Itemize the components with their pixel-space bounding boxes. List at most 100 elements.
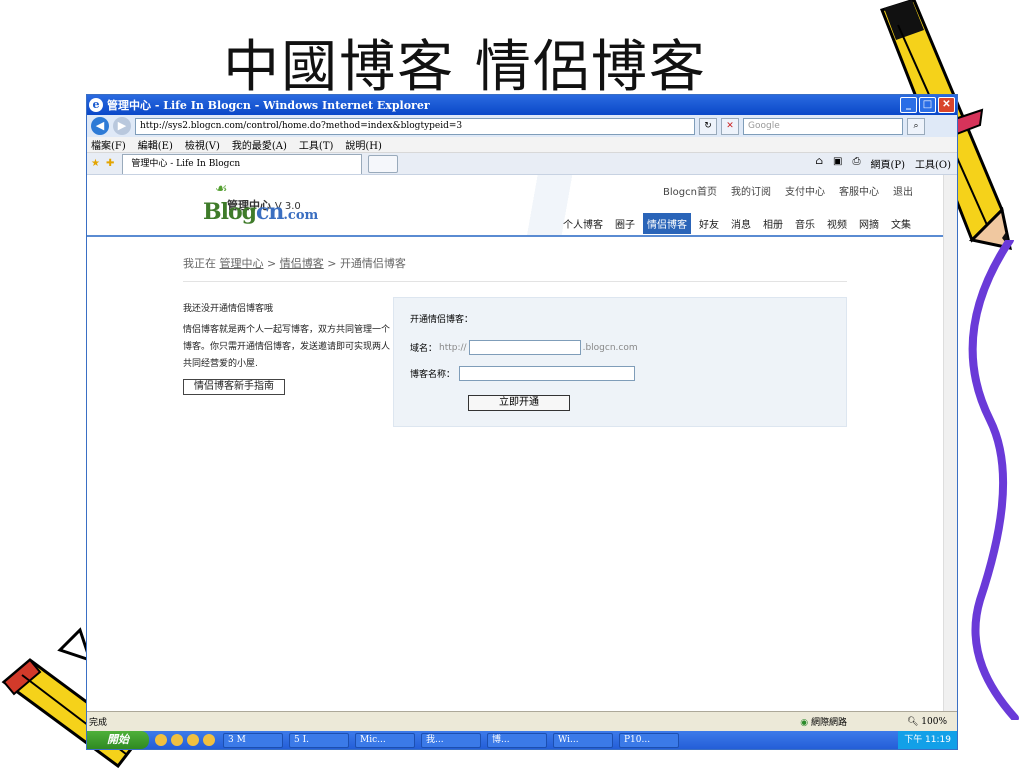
- tools-menu[interactable]: 工具(O): [915, 156, 951, 171]
- domain-prefix: http://: [439, 342, 467, 353]
- internet-zone: ◉ 網際網路: [800, 718, 847, 728]
- form-heading: 开通情侣博客：: [410, 315, 474, 325]
- swoosh-decoration: [968, 240, 1019, 720]
- ie-icon: e: [89, 98, 103, 112]
- domain-label: 域名：: [410, 344, 438, 354]
- intro-panel: 我还没开通情侣博客哦 情侣博客就是两个人一起写博客，双方共同管理一个博客。你只需…: [183, 301, 393, 396]
- intro-line: 我还没开通情侣博客哦: [183, 304, 274, 314]
- favorites-star-icon[interactable]: ★: [91, 158, 100, 169]
- menu-edit[interactable]: 編輯(E): [138, 137, 173, 152]
- nav-couple-blog[interactable]: 情侣博客: [643, 213, 691, 234]
- menu-tools[interactable]: 工具(T): [299, 137, 333, 152]
- blog-name-row: 博客名称：: [410, 366, 636, 381]
- globe-icon: ◉: [800, 718, 809, 728]
- breadcrumb: 我正在 管理中心 > 情侣博客 > 开通情侣博客: [183, 257, 406, 270]
- slide-title: 中國博客 情侶博客: [223, 35, 707, 100]
- menu-help[interactable]: 說明(H): [345, 137, 382, 152]
- print-icon[interactable]: ⎙: [852, 156, 860, 171]
- zoom-level[interactable]: 🔍︎ 100%: [907, 717, 947, 727]
- clock[interactable]: 下午 11:19: [898, 731, 957, 749]
- refresh-button[interactable]: ↻: [699, 117, 717, 135]
- address-bar: ◀ ▶ http://sys2.blogcn.com/control/home.…: [87, 115, 957, 137]
- forward-button[interactable]: ▶: [113, 117, 131, 135]
- status-text: 完成: [89, 718, 108, 728]
- site-header: ☙ 管理中心 V 3.0 Blogcn.com Blogcn首页 我的订阅 支付…: [87, 175, 943, 237]
- home-icon[interactable]: ⌂: [815, 156, 823, 171]
- maximize-button[interactable]: □: [919, 97, 936, 113]
- breadcrumb-current: 开通情侣博客: [339, 257, 406, 270]
- quick-launch-icon[interactable]: [155, 734, 167, 746]
- blog-name-label: 博客名称：: [410, 370, 456, 380]
- taskbar-item[interactable]: Mic...: [355, 732, 415, 748]
- taskbar-item[interactable]: 5 I.: [289, 732, 349, 748]
- intro-paragraph: 情侣博客就是两个人一起写博客，双方共同管理一个博客。你只需开通情侣博客，发送邀请…: [183, 325, 391, 369]
- back-button[interactable]: ◀: [91, 117, 109, 135]
- divider: [183, 281, 847, 282]
- link-my-subscriptions[interactable]: 我的订阅: [731, 183, 771, 198]
- top-links: Blogcn首页 我的订阅 支付中心 客服中心 退出: [663, 183, 913, 198]
- domain-input[interactable]: [468, 340, 581, 355]
- web-page: ☙ 管理中心 V 3.0 Blogcn.com Blogcn首页 我的订阅 支付…: [87, 175, 943, 711]
- open-now-button[interactable]: 立即开通: [468, 395, 570, 411]
- domain-row: 域名： http:// .blogcn.com: [410, 340, 638, 355]
- quick-launch: [155, 734, 215, 746]
- site-logo[interactable]: Blogcn.com: [203, 199, 318, 225]
- logo-swirl-icon: ☙: [215, 181, 228, 197]
- quick-launch-icon[interactable]: [187, 734, 199, 746]
- nav-bookmarks[interactable]: 网摘: [855, 213, 883, 234]
- domain-suffix: .blogcn.com: [582, 342, 638, 353]
- link-payment-center[interactable]: 支付中心: [785, 183, 825, 198]
- start-button[interactable]: 開始: [87, 731, 149, 749]
- nav-collections[interactable]: 文集: [887, 213, 915, 234]
- browser-tab[interactable]: 管理中心 - Life In Blogcn: [122, 153, 363, 174]
- link-blogcn-home[interactable]: Blogcn首页: [663, 183, 717, 198]
- taskbar-item[interactable]: 3 M: [223, 732, 283, 748]
- window-titlebar[interactable]: e 管理中心 - Life In Blogcn - Windows Intern…: [87, 95, 957, 115]
- link-logout[interactable]: 退出: [893, 183, 913, 198]
- stop-button[interactable]: ✕: [721, 117, 739, 135]
- favorites-bar: ★ ✚ 管理中心 - Life In Blogcn ⌂ ▣ ⎙ 網頁(P) 工具…: [87, 153, 957, 175]
- page-menu[interactable]: 網頁(P): [870, 156, 905, 171]
- nav-friends[interactable]: 好友: [695, 213, 723, 234]
- nav-video[interactable]: 视频: [823, 213, 851, 234]
- blog-name-input[interactable]: [459, 366, 636, 381]
- add-favorite-icon[interactable]: ✚: [106, 158, 114, 169]
- menu-bar: 檔案(F) 編輯(E) 檢視(V) 我的最愛(A) 工具(T) 說明(H): [87, 137, 957, 153]
- search-input[interactable]: Google: [743, 117, 903, 135]
- taskbar-item[interactable]: Wi...: [553, 732, 613, 748]
- menu-favorites[interactable]: 我的最愛(A): [232, 137, 287, 152]
- minimize-button[interactable]: _: [900, 97, 917, 113]
- close-button[interactable]: ✕: [938, 97, 955, 113]
- nav-music[interactable]: 音乐: [791, 213, 819, 234]
- taskbar-item[interactable]: P10...: [619, 732, 679, 748]
- vertical-scrollbar[interactable]: [943, 175, 957, 711]
- quick-launch-icon[interactable]: [171, 734, 183, 746]
- window-title: 管理中心 - Life In Blogcn - Windows Internet…: [107, 99, 430, 112]
- new-tab-button[interactable]: [368, 154, 399, 173]
- taskbar: 開始 3 M 5 I. Mic... 我... 博... Wi... P10..…: [87, 731, 957, 749]
- quick-launch-icon[interactable]: [203, 734, 215, 746]
- breadcrumb-home[interactable]: 管理中心: [220, 257, 264, 270]
- nav-albums[interactable]: 相册: [759, 213, 787, 234]
- feeds-icon[interactable]: ▣: [833, 156, 842, 171]
- search-placeholder: Google: [748, 120, 780, 131]
- search-icon[interactable]: ⌕: [907, 117, 925, 135]
- menu-file[interactable]: 檔案(F): [91, 137, 126, 152]
- breadcrumb-section[interactable]: 情侣博客: [280, 257, 324, 270]
- taskbar-item[interactable]: 博...: [487, 732, 547, 748]
- zoom-icon: 🔍︎: [906, 716, 919, 727]
- newbie-guide-button[interactable]: 情侣博客新手指南: [183, 379, 285, 395]
- main-nav: 个人博客 圈子 情侣博客 好友 消息 相册 音乐 视频 网摘 文集: [559, 213, 915, 234]
- link-service-center[interactable]: 客服中心: [839, 183, 879, 198]
- url-field[interactable]: http://sys2.blogcn.com/control/home.do?m…: [135, 117, 695, 135]
- nav-messages[interactable]: 消息: [727, 213, 755, 234]
- open-blog-form: 开通情侣博客： 域名： http:// .blogcn.com 博客名称： 立即…: [393, 297, 847, 427]
- nav-personal-blog[interactable]: 个人博客: [559, 213, 607, 234]
- tab-title: 管理中心 - Life In Blogcn: [131, 158, 241, 169]
- menu-view[interactable]: 檢視(V): [185, 137, 220, 152]
- status-bar: 完成 ◉ 網際網路 🔍︎ 100%: [87, 711, 957, 731]
- browser-window: e 管理中心 - Life In Blogcn - Windows Intern…: [86, 94, 958, 750]
- nav-circle[interactable]: 圈子: [611, 213, 639, 234]
- taskbar-item[interactable]: 我...: [421, 732, 481, 748]
- url-text: http://sys2.blogcn.com/control/home.do?m…: [140, 120, 463, 131]
